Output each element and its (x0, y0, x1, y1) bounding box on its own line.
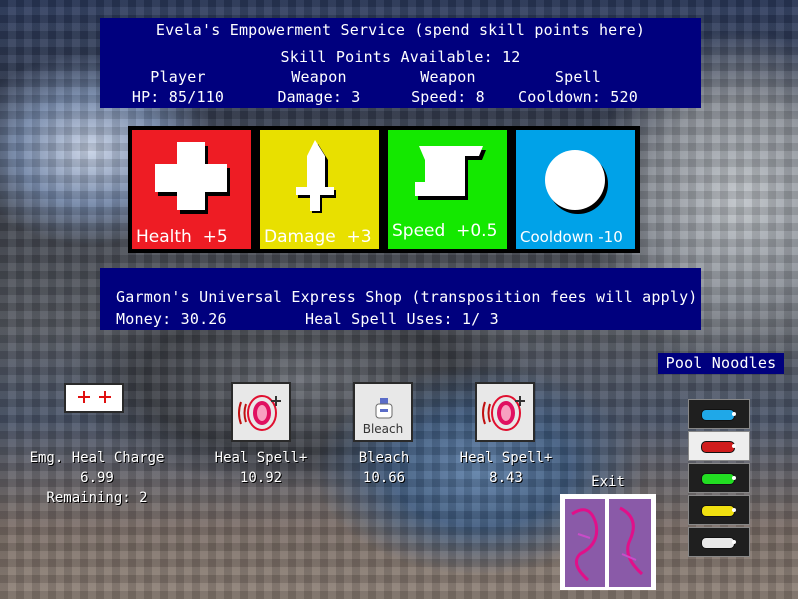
damage-upgrade-button[interactable]: Damage +3 (260, 130, 379, 249)
heal-spell-1-price: 10.92 (239, 470, 283, 486)
pool-noodle-blue-option[interactable] (688, 399, 750, 429)
stat-spell-cooldown: Cooldown: 520 (518, 88, 638, 106)
heal-spell-icon (238, 395, 281, 431)
pool-noodle-green-icon (701, 473, 736, 485)
stat-weapon-label: Weapon (291, 68, 347, 86)
stat-weapon-label-2: Weapon (420, 68, 476, 86)
empowerment-panel: Evela's Empowerment Service (spend skill… (100, 18, 701, 108)
skill-upgrade-row: Health +5 Damage +3 Speed +0.5 Cooldown … (128, 126, 640, 253)
stat-player-hp: HP: 85/110 (131, 88, 225, 106)
bleach-item[interactable]: Bleach (353, 382, 413, 442)
pool-noodle-red-option[interactable] (688, 431, 750, 461)
pool-noodles-panel: Pool Noodles (658, 353, 784, 374)
emergency-heal-icon (78, 391, 111, 403)
bleach-name: Bleach (358, 450, 410, 466)
damage-upgrade-label: Damage +3 (264, 227, 372, 247)
heal-spell-uses: Heal Spell Uses: 1/ 3 (305, 310, 499, 328)
shop-panel: Garmon's Universal Express Shop (transpo… (100, 268, 701, 330)
cooldown-upgrade-button[interactable]: Cooldown -10 (516, 130, 635, 249)
heal-spell-icon (482, 395, 525, 431)
stat-weapon-damage: Damage: 3 (277, 88, 361, 106)
bleach-price: 10.66 (362, 470, 406, 486)
pool-noodle-green-option[interactable] (688, 463, 750, 493)
stat-player-label: Player (150, 68, 206, 86)
health-upgrade-label: Health +5 (136, 227, 228, 247)
stat-spell-label: Spell (554, 68, 602, 86)
pool-noodle-yellow-icon (701, 505, 736, 517)
emergency-heal-name: Emg. Heal Charge (29, 450, 165, 466)
pool-noodle-blue-icon (701, 409, 736, 421)
emergency-heal-remaining: Remaining: 2 (46, 490, 148, 506)
pool-noodle-cap (732, 444, 736, 448)
heal-spell-2-price: 8.43 (489, 470, 523, 486)
speed-upgrade-label: Speed +0.5 (392, 221, 498, 241)
emergency-heal-price: 6.99 (80, 470, 114, 486)
emergency-heal-item[interactable] (64, 383, 124, 413)
cooldown-upgrade-label: Cooldown -10 (520, 228, 623, 246)
exit-door-icon (565, 499, 651, 587)
pool-noodle-cap (732, 508, 736, 512)
exit-button[interactable] (560, 494, 656, 590)
pool-noodle-white-option[interactable] (688, 527, 750, 557)
money-readout: Money: 30.26 (116, 310, 227, 328)
pool-noodle-white-icon (701, 537, 736, 549)
heal-spell-item-2[interactable] (475, 382, 535, 442)
heal-spell-item-1[interactable] (231, 382, 291, 442)
skill-points-available: Skill Points Available: 12 (280, 48, 521, 66)
pool-noodle-red-icon (701, 441, 736, 453)
heal-spell-2-name: Heal Spell+ (459, 450, 553, 466)
pool-noodle-yellow-option[interactable] (688, 495, 750, 525)
stat-weapon-speed: Speed: 8 (411, 88, 485, 106)
pool-noodles-title: Pool Noodles (665, 354, 777, 372)
pool-noodle-cap (732, 540, 736, 544)
health-upgrade-button[interactable]: Health +5 (132, 130, 251, 249)
bleach-icon-label: Bleach (362, 422, 404, 436)
shop-title: Garmon's Universal Express Shop (transpo… (116, 288, 698, 306)
exit-label: Exit (591, 474, 625, 490)
empowerment-title: Evela's Empowerment Service (spend skill… (155, 21, 646, 39)
pool-noodle-cap (732, 412, 736, 416)
speed-upgrade-button[interactable]: Speed +0.5 (388, 130, 507, 249)
heal-spell-1-name: Heal Spell+ (214, 450, 308, 466)
pool-noodle-cap (732, 476, 736, 480)
